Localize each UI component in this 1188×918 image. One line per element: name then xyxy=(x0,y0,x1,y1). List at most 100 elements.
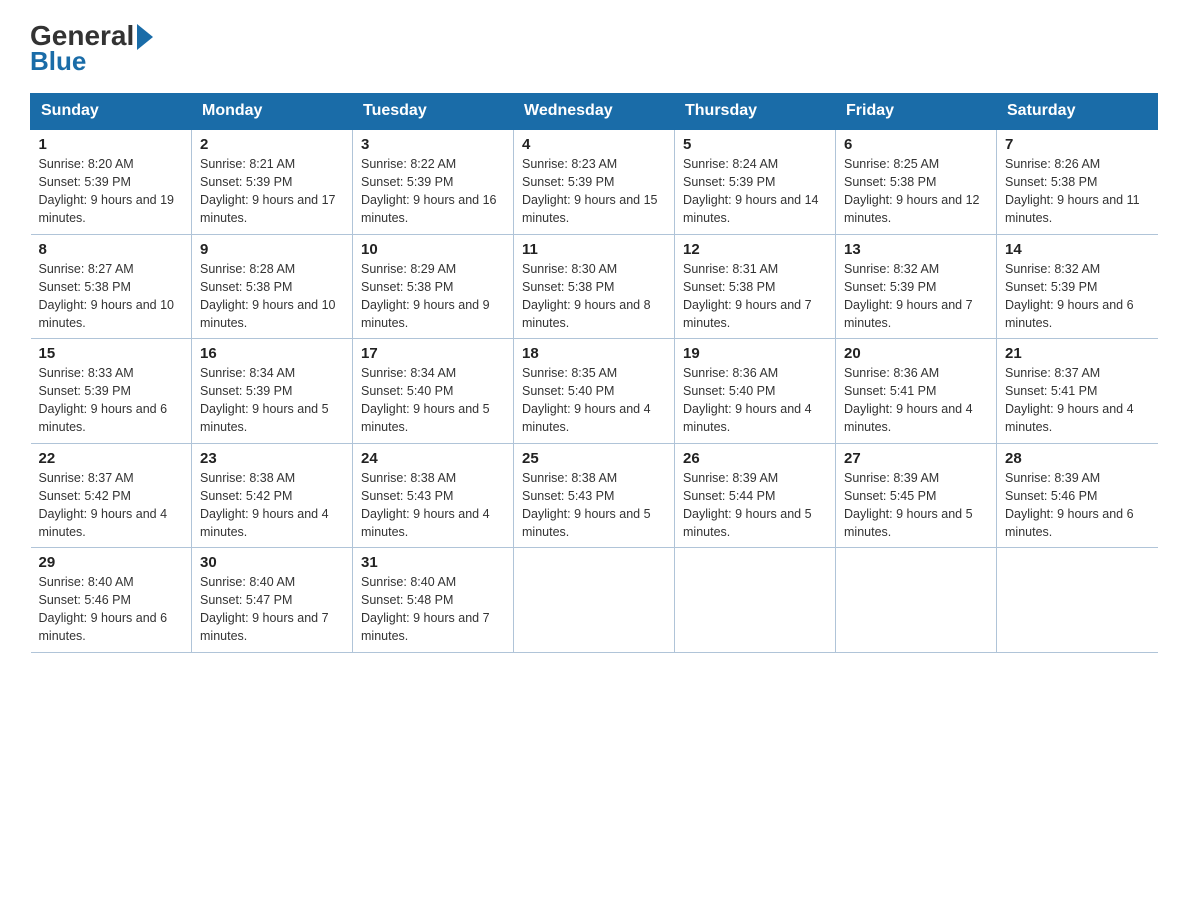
day-number: 8 xyxy=(39,241,184,258)
calendar-header: SundayMondayTuesdayWednesdayThursdayFrid… xyxy=(31,94,1158,130)
day-info: Sunrise: 8:34 AMSunset: 5:40 PMDaylight:… xyxy=(361,364,505,437)
day-info: Sunrise: 8:37 AMSunset: 5:42 PMDaylight:… xyxy=(39,469,184,542)
day-info: Sunrise: 8:33 AMSunset: 5:39 PMDaylight:… xyxy=(39,364,184,437)
calendar-cell: 8 Sunrise: 8:27 AMSunset: 5:38 PMDaylight… xyxy=(31,234,192,339)
day-info: Sunrise: 8:27 AMSunset: 5:38 PMDaylight:… xyxy=(39,260,184,333)
calendar-cell: 10Sunrise: 8:29 AMSunset: 5:38 PMDayligh… xyxy=(353,234,514,339)
day-info: Sunrise: 8:29 AMSunset: 5:38 PMDaylight:… xyxy=(361,260,505,333)
calendar-cell xyxy=(836,548,997,653)
day-number: 26 xyxy=(683,450,827,467)
calendar-cell: 4 Sunrise: 8:23 AMSunset: 5:39 PMDaylight… xyxy=(514,129,675,234)
logo-bottom-text: Blue xyxy=(30,46,86,77)
day-info: Sunrise: 8:39 AMSunset: 5:46 PMDaylight:… xyxy=(1005,469,1150,542)
day-info: Sunrise: 8:30 AMSunset: 5:38 PMDaylight:… xyxy=(522,260,666,333)
weekday-header-row: SundayMondayTuesdayWednesdayThursdayFrid… xyxy=(31,94,1158,130)
calendar-cell: 23Sunrise: 8:38 AMSunset: 5:42 PMDayligh… xyxy=(192,443,353,548)
day-number: 16 xyxy=(200,345,344,362)
day-info: Sunrise: 8:21 AMSunset: 5:39 PMDaylight:… xyxy=(200,155,344,228)
day-number: 25 xyxy=(522,450,666,467)
day-number: 12 xyxy=(683,241,827,258)
day-number: 20 xyxy=(844,345,988,362)
calendar-cell: 2 Sunrise: 8:21 AMSunset: 5:39 PMDaylight… xyxy=(192,129,353,234)
calendar-cell: 31 Sunrise: 8:40 AMSunset: 5:48 PMDayligh… xyxy=(353,548,514,653)
day-number: 22 xyxy=(39,450,184,467)
day-info: Sunrise: 8:31 AMSunset: 5:38 PMDaylight:… xyxy=(683,260,827,333)
logo: General Blue xyxy=(30,20,153,77)
calendar-cell: 14 Sunrise: 8:32 AMSunset: 5:39 PMDayligh… xyxy=(997,234,1158,339)
calendar-week-row: 8 Sunrise: 8:27 AMSunset: 5:38 PMDaylight… xyxy=(31,234,1158,339)
calendar-cell: 3 Sunrise: 8:22 AMSunset: 5:39 PMDaylight… xyxy=(353,129,514,234)
calendar-cell: 25 Sunrise: 8:38 AMSunset: 5:43 PMDayligh… xyxy=(514,443,675,548)
day-info: Sunrise: 8:32 AMSunset: 5:39 PMDaylight:… xyxy=(844,260,988,333)
calendar-cell: 7 Sunrise: 8:26 AMSunset: 5:38 PMDaylight… xyxy=(997,129,1158,234)
day-info: Sunrise: 8:40 AMSunset: 5:46 PMDaylight:… xyxy=(39,573,184,646)
day-number: 4 xyxy=(522,136,666,153)
calendar-cell: 26 Sunrise: 8:39 AMSunset: 5:44 PMDayligh… xyxy=(675,443,836,548)
calendar-cell: 30Sunrise: 8:40 AMSunset: 5:47 PMDayligh… xyxy=(192,548,353,653)
day-info: Sunrise: 8:39 AMSunset: 5:45 PMDaylight:… xyxy=(844,469,988,542)
day-info: Sunrise: 8:26 AMSunset: 5:38 PMDaylight:… xyxy=(1005,155,1150,228)
day-number: 3 xyxy=(361,136,505,153)
day-number: 9 xyxy=(200,241,344,258)
day-info: Sunrise: 8:28 AMSunset: 5:38 PMDaylight:… xyxy=(200,260,344,333)
calendar-cell: 17 Sunrise: 8:34 AMSunset: 5:40 PMDayligh… xyxy=(353,339,514,444)
calendar-body: 1Sunrise: 8:20 AMSunset: 5:39 PMDaylight… xyxy=(31,129,1158,652)
calendar-cell: 28 Sunrise: 8:39 AMSunset: 5:46 PMDayligh… xyxy=(997,443,1158,548)
calendar-week-row: 1Sunrise: 8:20 AMSunset: 5:39 PMDaylight… xyxy=(31,129,1158,234)
weekday-header-friday: Friday xyxy=(836,94,997,130)
calendar-cell: 19Sunrise: 8:36 AMSunset: 5:40 PMDayligh… xyxy=(675,339,836,444)
calendar-week-row: 22 Sunrise: 8:37 AMSunset: 5:42 PMDayligh… xyxy=(31,443,1158,548)
day-info: Sunrise: 8:23 AMSunset: 5:39 PMDaylight:… xyxy=(522,155,666,228)
calendar-cell: 6Sunrise: 8:25 AMSunset: 5:38 PMDaylight… xyxy=(836,129,997,234)
day-number: 17 xyxy=(361,345,505,362)
day-info: Sunrise: 8:38 AMSunset: 5:43 PMDaylight:… xyxy=(522,469,666,542)
day-info: Sunrise: 8:35 AMSunset: 5:40 PMDaylight:… xyxy=(522,364,666,437)
day-info: Sunrise: 8:39 AMSunset: 5:44 PMDaylight:… xyxy=(683,469,827,542)
logo-triangle-icon xyxy=(137,24,153,50)
weekday-header-sunday: Sunday xyxy=(31,94,192,130)
day-number: 27 xyxy=(844,450,988,467)
weekday-header-monday: Monday xyxy=(192,94,353,130)
weekday-header-wednesday: Wednesday xyxy=(514,94,675,130)
calendar-cell: 5 Sunrise: 8:24 AMSunset: 5:39 PMDaylight… xyxy=(675,129,836,234)
weekday-header-thursday: Thursday xyxy=(675,94,836,130)
calendar-cell: 13 Sunrise: 8:32 AMSunset: 5:39 PMDayligh… xyxy=(836,234,997,339)
day-info: Sunrise: 8:36 AMSunset: 5:41 PMDaylight:… xyxy=(844,364,988,437)
day-info: Sunrise: 8:22 AMSunset: 5:39 PMDaylight:… xyxy=(361,155,505,228)
day-number: 5 xyxy=(683,136,827,153)
day-number: 31 xyxy=(361,554,505,571)
calendar-cell: 12 Sunrise: 8:31 AMSunset: 5:38 PMDayligh… xyxy=(675,234,836,339)
day-number: 18 xyxy=(522,345,666,362)
calendar-week-row: 29 Sunrise: 8:40 AMSunset: 5:46 PMDayligh… xyxy=(31,548,1158,653)
day-info: Sunrise: 8:40 AMSunset: 5:47 PMDaylight:… xyxy=(200,573,344,646)
calendar-week-row: 15Sunrise: 8:33 AMSunset: 5:39 PMDayligh… xyxy=(31,339,1158,444)
day-info: Sunrise: 8:38 AMSunset: 5:42 PMDaylight:… xyxy=(200,469,344,542)
calendar-cell xyxy=(675,548,836,653)
day-info: Sunrise: 8:40 AMSunset: 5:48 PMDaylight:… xyxy=(361,573,505,646)
day-info: Sunrise: 8:36 AMSunset: 5:40 PMDaylight:… xyxy=(683,364,827,437)
calendar-cell: 24Sunrise: 8:38 AMSunset: 5:43 PMDayligh… xyxy=(353,443,514,548)
calendar-table: SundayMondayTuesdayWednesdayThursdayFrid… xyxy=(30,93,1158,653)
day-number: 7 xyxy=(1005,136,1150,153)
day-info: Sunrise: 8:24 AMSunset: 5:39 PMDaylight:… xyxy=(683,155,827,228)
calendar-cell: 15Sunrise: 8:33 AMSunset: 5:39 PMDayligh… xyxy=(31,339,192,444)
calendar-cell: 20 Sunrise: 8:36 AMSunset: 5:41 PMDayligh… xyxy=(836,339,997,444)
day-number: 29 xyxy=(39,554,184,571)
day-number: 14 xyxy=(1005,241,1150,258)
calendar-cell: 21 Sunrise: 8:37 AMSunset: 5:41 PMDayligh… xyxy=(997,339,1158,444)
weekday-header-tuesday: Tuesday xyxy=(353,94,514,130)
calendar-cell: 9 Sunrise: 8:28 AMSunset: 5:38 PMDaylight… xyxy=(192,234,353,339)
day-number: 24 xyxy=(361,450,505,467)
calendar-cell: 16Sunrise: 8:34 AMSunset: 5:39 PMDayligh… xyxy=(192,339,353,444)
calendar-cell: 1Sunrise: 8:20 AMSunset: 5:39 PMDaylight… xyxy=(31,129,192,234)
calendar-cell: 22 Sunrise: 8:37 AMSunset: 5:42 PMDayligh… xyxy=(31,443,192,548)
day-info: Sunrise: 8:37 AMSunset: 5:41 PMDaylight:… xyxy=(1005,364,1150,437)
day-number: 21 xyxy=(1005,345,1150,362)
day-number: 28 xyxy=(1005,450,1150,467)
day-number: 13 xyxy=(844,241,988,258)
day-number: 6 xyxy=(844,136,988,153)
day-info: Sunrise: 8:32 AMSunset: 5:39 PMDaylight:… xyxy=(1005,260,1150,333)
day-number: 2 xyxy=(200,136,344,153)
page-header: General Blue xyxy=(30,20,1158,77)
weekday-header-saturday: Saturday xyxy=(997,94,1158,130)
